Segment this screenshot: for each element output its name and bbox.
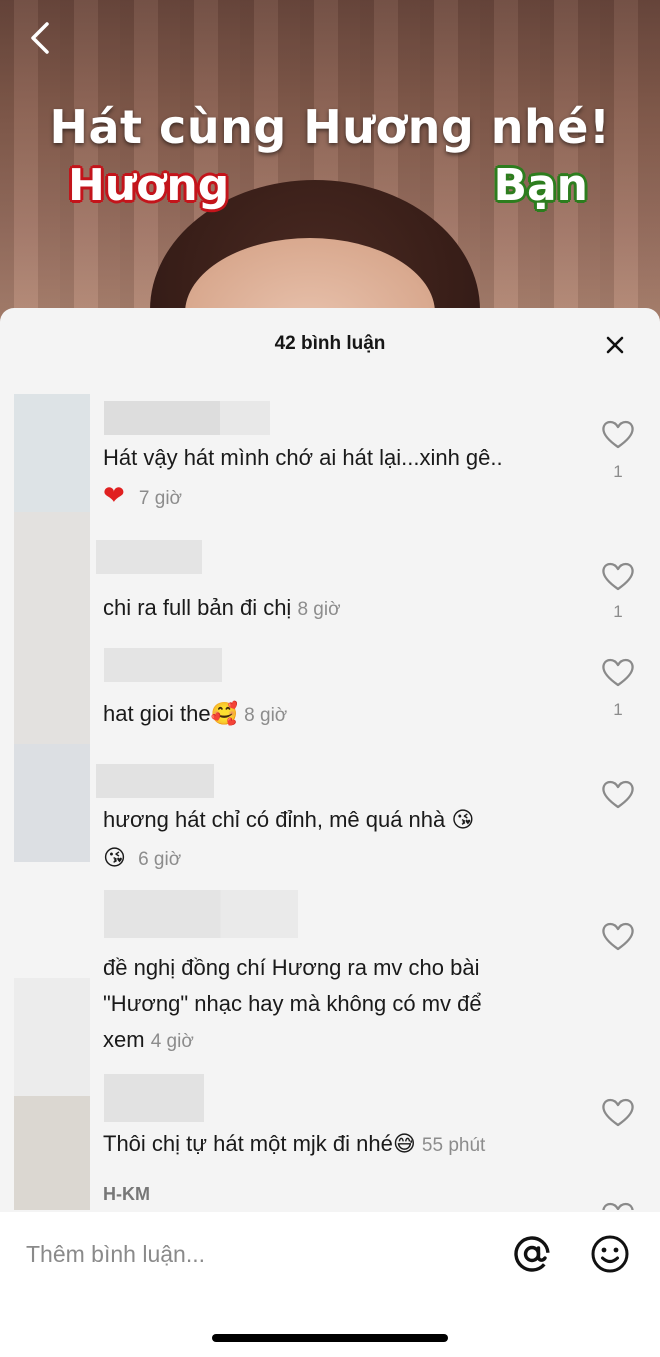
comment-text: đề nghị đồng chí Hương ra mv cho bài [103, 955, 480, 980]
like-count: 1 [613, 700, 623, 719]
comment-time: 4 giờ [150, 1031, 194, 1052]
sheet-header: 42 bình luận [0, 308, 660, 380]
smiling-hearts-emoji: 🥰 [210, 702, 239, 727]
chevron-left-icon [31, 22, 49, 54]
comment-list[interactable]: Hát vậy hát mình chớ ai hát lại...xinh g… [0, 394, 660, 1210]
close-button[interactable] [598, 328, 632, 362]
username-blurred[interactable] [96, 764, 214, 798]
red-heart-icon: ❤ [103, 481, 125, 511]
home-indicator[interactable] [212, 1334, 448, 1342]
comment-time: 55 phút [421, 1135, 486, 1156]
comment-meta: 😘 6 giờ [103, 840, 583, 878]
close-icon [606, 336, 624, 354]
heart-outline-icon [602, 562, 634, 591]
like-button[interactable] [598, 918, 638, 954]
heart-outline-icon [602, 1098, 634, 1127]
comment-time: 8 giờ [297, 599, 341, 620]
username-blurred[interactable] [104, 401, 270, 435]
smiley-icon [591, 1235, 629, 1273]
comment-item: đề nghị đồng chí Hương ra mv cho bài "Hư… [0, 884, 660, 1052]
emoji-button[interactable] [588, 1232, 632, 1276]
video-label-left: Hương [68, 160, 230, 211]
like-button[interactable] [598, 1094, 638, 1130]
heart-outline-icon [602, 922, 634, 951]
username-blurred[interactable] [96, 540, 202, 574]
comment-text: Hát vậy hát mình chớ ai hát lại...xinh g… [103, 445, 503, 470]
comment-text: hương hát chỉ có đỉnh, mê quá nhà 😘 [103, 807, 475, 833]
comment-text: hat gioi the🥰 8 giờ [103, 701, 288, 727]
heart-outline-icon [602, 658, 634, 687]
video-title: Hát cùng Hương nhé! [49, 100, 611, 154]
username-blurred[interactable] [104, 648, 222, 682]
heart-outline-icon [602, 420, 634, 449]
comment-text: xem 4 giờ [103, 1027, 194, 1052]
comment-username[interactable]: H-KM [103, 1184, 150, 1205]
comment-text: "Hương" nhạc hay mà không có mv để [103, 991, 482, 1016]
comment-input[interactable] [26, 1234, 466, 1274]
like-button[interactable] [598, 416, 638, 452]
comment-meta: ❤ 7 giờ [103, 478, 583, 517]
at-sign-icon [514, 1236, 550, 1272]
comment-count-title: 42 bình luận [274, 333, 386, 354]
like-count: 1 [613, 602, 623, 621]
like-button[interactable] [598, 558, 638, 594]
comment-item: hương hát chỉ có đỉnh, mê quá nhà 😘 😘 6 … [0, 758, 660, 878]
comment-item: H-KM [0, 1184, 660, 1210]
mention-button[interactable] [510, 1232, 554, 1276]
heart-outline-icon [602, 1202, 634, 1210]
comment-input-bar [0, 1212, 660, 1357]
video-preview: Hát cùng Hương nhé! Hương Bạn [0, 0, 660, 330]
like-count: 1 [613, 462, 623, 481]
comment-time: 8 giờ [244, 705, 288, 726]
like-button[interactable] [598, 776, 638, 812]
comment-item: Hát vậy hát mình chớ ai hát lại...xinh g… [0, 394, 660, 512]
comment-text: chi ra full bản đi chị 8 giờ [103, 595, 341, 620]
comment-item: hat gioi the🥰 8 giờ 1 [0, 646, 660, 746]
back-button[interactable] [20, 16, 60, 60]
heart-outline-icon [602, 780, 634, 809]
comment-sheet: 42 bình luận Hát vậy hát mình chớ ai hát… [0, 308, 660, 1357]
video-label-right: Bạn [493, 160, 588, 211]
grinning-sweat-emoji: 😅 [392, 1132, 416, 1157]
like-button[interactable] [598, 654, 638, 690]
comment-time: 6 giờ [138, 849, 182, 870]
comment-item: Thôi chị tự hát một mjk đi nhé😅 55 phút [0, 1064, 660, 1164]
like-button[interactable] [598, 1198, 638, 1210]
username-blurred[interactable] [104, 1074, 204, 1122]
comment-time: 7 giờ [138, 488, 183, 509]
comment-text: Thôi chị tự hát một mjk đi nhé😅 55 phút [103, 1131, 486, 1157]
username-blurred[interactable] [104, 890, 298, 938]
kissing-face-emoji: 😘 [451, 808, 475, 833]
kissing-face-emoji: 😘 [103, 846, 126, 871]
comment-item: chi ra full bản đi chị 8 giờ 1 [0, 534, 660, 634]
